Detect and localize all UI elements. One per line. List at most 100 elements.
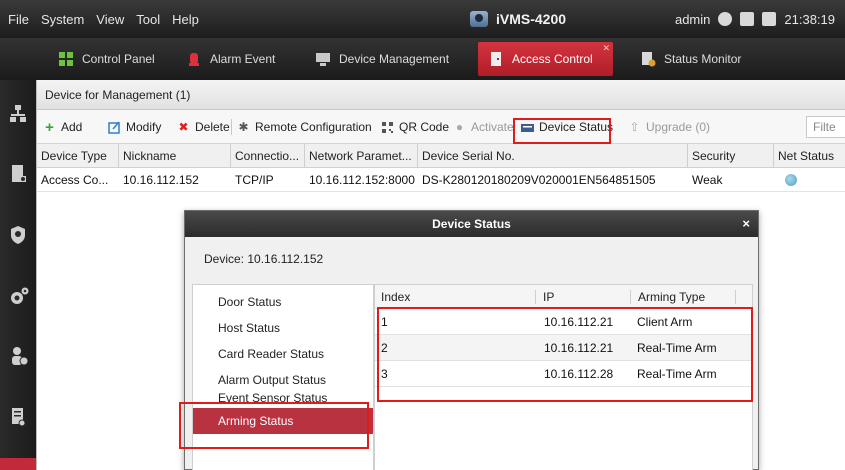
cell-serial-no: DS-K280120180209V020001EN564851505 [422,173,656,187]
column-ip[interactable]: IP [539,285,554,309]
dialog-device-label: Device: 10.16.112.152 [204,252,324,266]
tab-label: Device Management [339,52,450,66]
table-row[interactable]: Access Co... 10.16.112.152 TCP/IP 10.16.… [37,168,845,192]
module-tab-bar: Control Panel Alarm Event Device Managem… [0,38,845,80]
remote-configuration-label: Remote Configuration [255,120,372,134]
toolbar-divider [231,119,232,135]
access-control-icon [488,51,504,67]
app-title: iVMS-4200 [470,0,566,38]
cell-arming-type: Client Arm [637,315,693,329]
nav-card-reader-status[interactable]: Card Reader Status [193,341,373,367]
dialog-title: Device Status [185,211,758,237]
edit-icon [108,121,121,134]
arming-status-table: Index IP Arming Type 1 10.16.112.21 Clie… [374,284,753,470]
tab-label: Alarm Event [210,52,276,66]
delete-button[interactable]: ✖ Delete [177,117,229,137]
cell-index: 2 [381,341,388,355]
upload-icon: ⇧ [629,119,640,134]
device-status-icon [521,121,534,134]
table-row[interactable]: 3 10.16.112.28 Real-Time Arm [375,361,752,387]
menu-view[interactable]: View [96,12,124,27]
column-network-parameters[interactable]: Network Paramet... [305,144,418,168]
cell-ip: 10.16.112.21 [544,315,614,329]
tab-access-control[interactable]: Access Control ✕ [478,42,613,76]
menu-system[interactable]: System [41,12,84,27]
filter-input[interactable]: Filte [806,116,845,138]
section-title: Device for Management (1) [37,80,845,110]
add-label: Add [61,120,83,134]
device-table-header: Device Type Nickname Connectio... Networ… [37,144,845,168]
nav-door-status[interactable]: Door Status [193,289,373,315]
table-row[interactable]: 1 10.16.112.21 Client Arm [375,309,752,335]
report-icon[interactable] [9,407,27,427]
person-icon[interactable] [9,346,29,366]
column-nickname[interactable]: Nickname [119,144,231,168]
column-index[interactable]: Index [377,285,410,309]
column-serial-no[interactable]: Device Serial No. [418,144,688,168]
menu-file[interactable]: File [8,12,29,27]
qr-code-button[interactable]: QR Code [381,117,449,137]
status-monitor-icon [640,51,656,67]
online-status-icon [785,174,797,186]
ivms-logo-icon [470,11,488,27]
current-user[interactable]: admin [675,12,710,27]
activate-button[interactable]: ● Activate [453,117,514,137]
cell-arming-type: Real-Time Arm [637,341,717,355]
device-status-dialog: Device Status × Device: 10.16.112.152 Do… [179,210,759,470]
cell-index: 1 [381,315,388,329]
delete-icon: ✖ [178,119,189,134]
cell-ip: 10.16.112.21 [544,341,614,355]
shield-icon[interactable] [9,225,27,245]
cell-index: 3 [381,367,388,381]
device-status-label: Device Status [539,120,614,134]
menu-bar: File System View Tool Help iVMS-4200 adm… [0,0,845,38]
rail-accent-bar [0,458,36,470]
table-row[interactable]: 2 10.16.112.21 Real-Time Arm [375,335,752,361]
tab-label: Control Panel [82,52,155,66]
menu-tool[interactable]: Tool [136,12,160,27]
column-net-status[interactable]: Net Status [774,144,845,168]
column-security[interactable]: Security [688,144,774,168]
arming-table-header: Index IP Arming Type [375,285,752,309]
device-status-button[interactable]: Device Status [521,117,613,137]
left-icon-rail [0,80,36,470]
app-title-text: iVMS-4200 [496,11,567,27]
cpu-icon[interactable] [740,12,755,26]
device-management-icon [315,51,331,67]
close-tab-icon[interactable]: ✕ [602,43,610,54]
column-connection[interactable]: Connectio... [231,144,305,168]
column-device-type[interactable]: Device Type [37,144,119,168]
remote-configuration-button[interactable]: ✱ Remote Configuration [237,117,372,137]
modify-button[interactable]: Modify [108,117,161,137]
close-icon[interactable]: × [742,211,750,237]
nav-arming-status[interactable]: Arming Status [193,408,373,434]
activate-label: Activate [471,120,514,134]
cell-arming-type: Real-Time Arm [637,367,717,381]
menu-help[interactable]: Help [172,12,199,27]
device-tree-icon[interactable] [9,104,27,124]
ram-icon[interactable] [762,12,777,26]
alarm-icon [186,51,202,67]
menu-list: File System View Tool Help [8,0,199,38]
column-arming-type[interactable]: Arming Type [634,285,705,309]
tab-alarm-event[interactable]: Alarm Event [176,42,286,76]
gear-icon[interactable] [9,286,29,306]
add-button[interactable]: + Add [43,117,82,137]
tab-label: Access Control [512,52,593,66]
tab-device-management[interactable]: Device Management [305,42,455,76]
column-divider [535,290,536,304]
control-panel-icon [58,51,74,67]
door-icon[interactable] [9,164,27,184]
cell-network-parameters: 10.16.112.152:8000 [309,173,415,187]
tab-label: Status Monitor [664,52,742,66]
tab-control-panel[interactable]: Control Panel [48,42,158,76]
upgrade-button[interactable]: ⇧ Upgrade (0) [628,117,710,137]
qr-code-icon [381,121,394,134]
plus-icon: + [45,118,54,136]
tab-status-monitor[interactable]: Status Monitor [630,42,750,76]
settings-icon[interactable] [718,12,733,26]
nav-event-sensor-status[interactable]: Event Sensor Status [193,388,373,408]
menu-right: admin 21:38:19 [675,0,835,38]
cell-connection: TCP/IP [235,173,274,187]
nav-host-status[interactable]: Host Status [193,315,373,341]
